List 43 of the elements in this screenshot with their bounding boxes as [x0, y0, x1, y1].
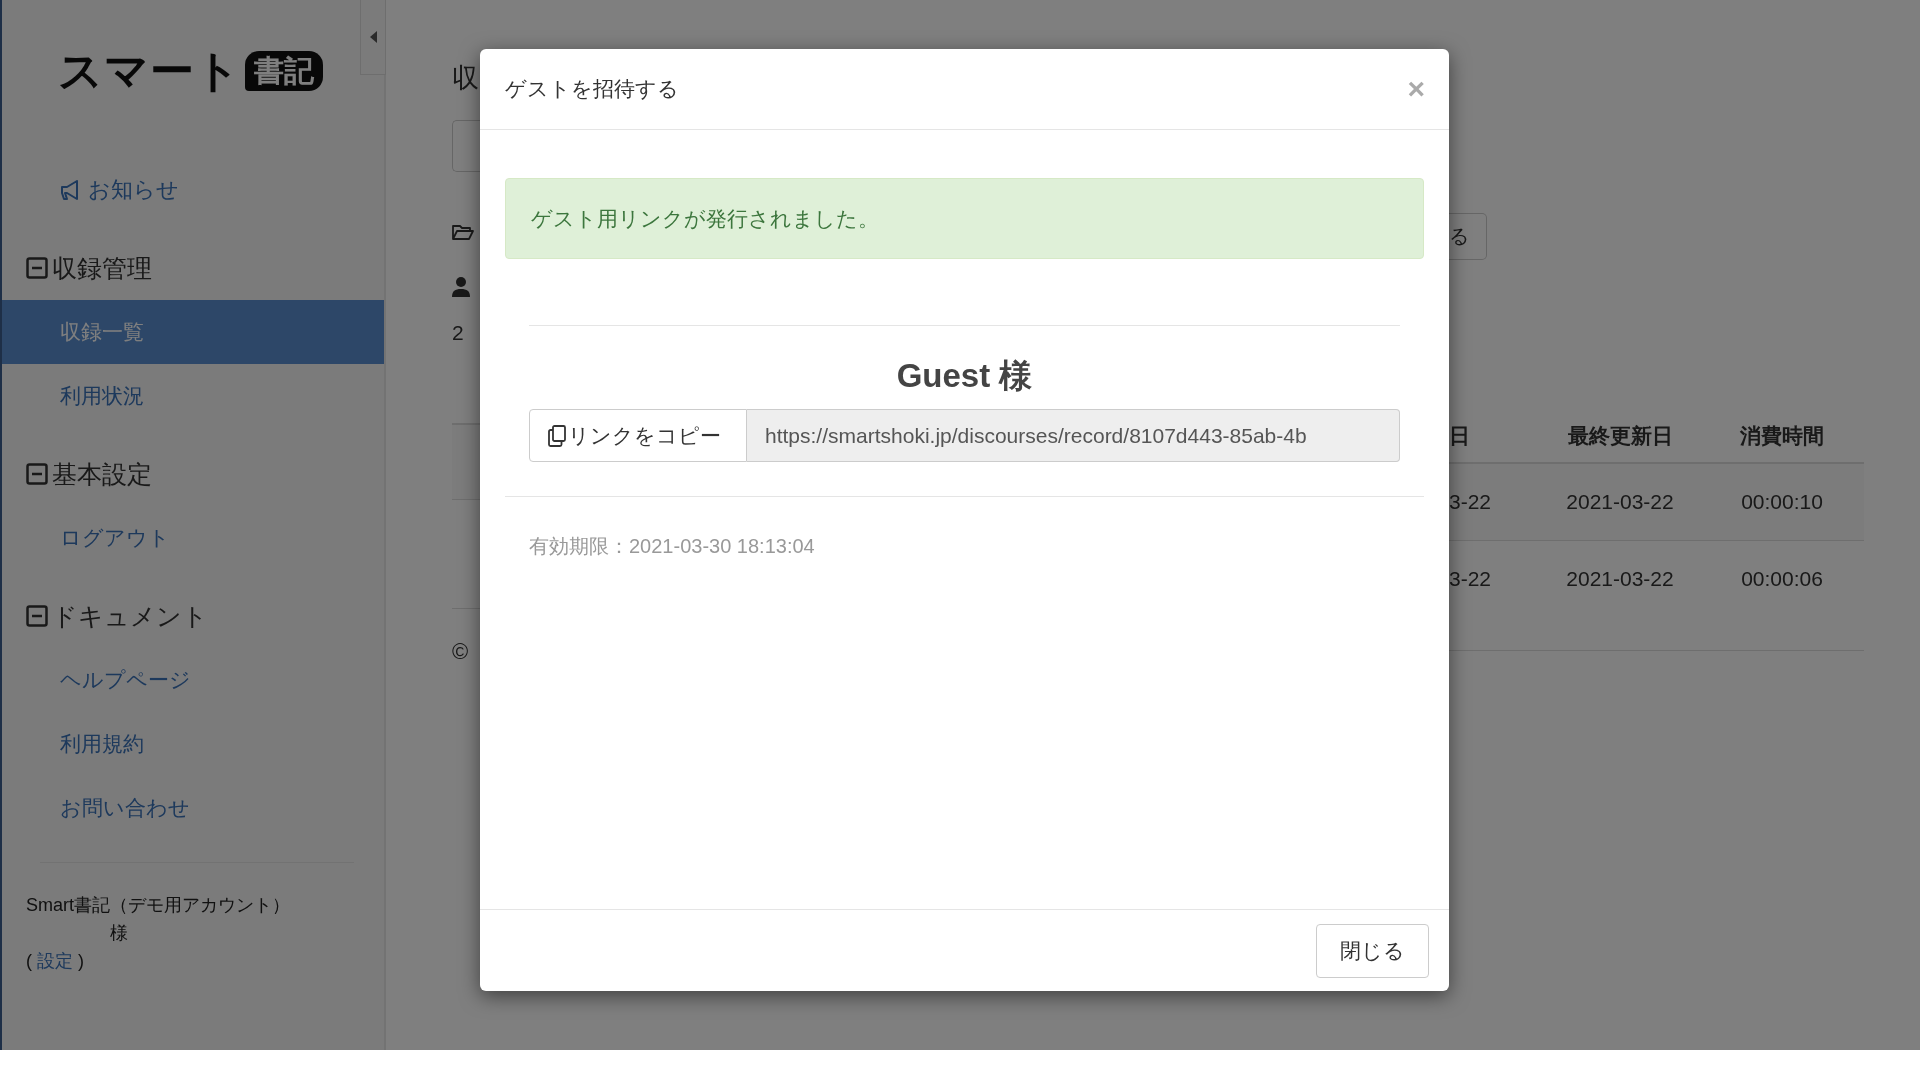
logo-badge: 書記 — [245, 51, 323, 91]
table-cell: 00:00:10 — [1700, 463, 1864, 541]
table-cell: 3-22 — [1449, 540, 1540, 617]
copy-link-button[interactable]: リンクをコピー — [529, 409, 747, 462]
person-icon — [452, 277, 470, 297]
account-name: Smart書記（デモ用アカウント） — [26, 895, 290, 915]
table-cell: 2021-03-22 — [1540, 540, 1700, 617]
caret-left-icon — [369, 31, 377, 43]
expiry-text: 有効期限：2021-03-30 18:13:04 — [529, 534, 816, 559]
table-cell: 00:00:06 — [1700, 540, 1864, 617]
sidebar-item[interactable]: 利用状況 — [2, 364, 384, 428]
copyright-symbol: © — [452, 639, 470, 665]
copy-icon — [548, 424, 566, 447]
record-count: 2 — [452, 321, 465, 345]
sidebar-item[interactable]: 収録一覧 — [2, 300, 384, 364]
section-heading: 収録管理 — [52, 252, 152, 284]
modal-title: ゲストを招待する — [505, 76, 679, 102]
guest-name: Guest 様 — [895, 356, 1034, 396]
notice-link[interactable]: お知らせ — [60, 174, 384, 206]
paren-text: ( — [26, 951, 32, 971]
table-cell: 2021-03-22 — [1540, 463, 1700, 541]
success-alert: ゲスト用リンクが発行されました。 — [505, 178, 1424, 259]
input-field[interactable] — [452, 120, 480, 172]
minus-square-icon[interactable] — [26, 463, 48, 485]
sidebar-item[interactable]: ログアウト — [2, 506, 384, 570]
folder-icon — [452, 224, 474, 240]
minus-square-icon[interactable] — [26, 257, 48, 279]
sidebar-item[interactable]: お問い合わせ — [2, 776, 384, 840]
page-title: 収 — [452, 62, 480, 95]
collapse-toggle[interactable] — [360, 0, 386, 75]
link-field[interactable]: https://smartshoki.jp/discourses/record/8107d443-85ab-4b — [747, 409, 1400, 462]
close-button[interactable]: × — [1407, 74, 1425, 104]
minus-square-icon[interactable] — [26, 605, 48, 627]
sidebar-item[interactable]: ヘルプページ — [2, 648, 384, 712]
settings-link[interactable]: 設定 — [37, 951, 73, 971]
sidebar-item[interactable]: 利用規約 — [2, 712, 384, 776]
section-heading: ドキュメント — [52, 600, 208, 632]
section-heading: 基本設定 — [52, 458, 152, 490]
toolbar-button[interactable]: る — [1449, 213, 1487, 260]
logo-text: スマート — [58, 49, 241, 93]
paren-text: ) — [78, 951, 85, 971]
account-suffix: 様 — [109, 922, 129, 945]
close-dialog-button[interactable]: 閉じる — [1316, 923, 1429, 978]
